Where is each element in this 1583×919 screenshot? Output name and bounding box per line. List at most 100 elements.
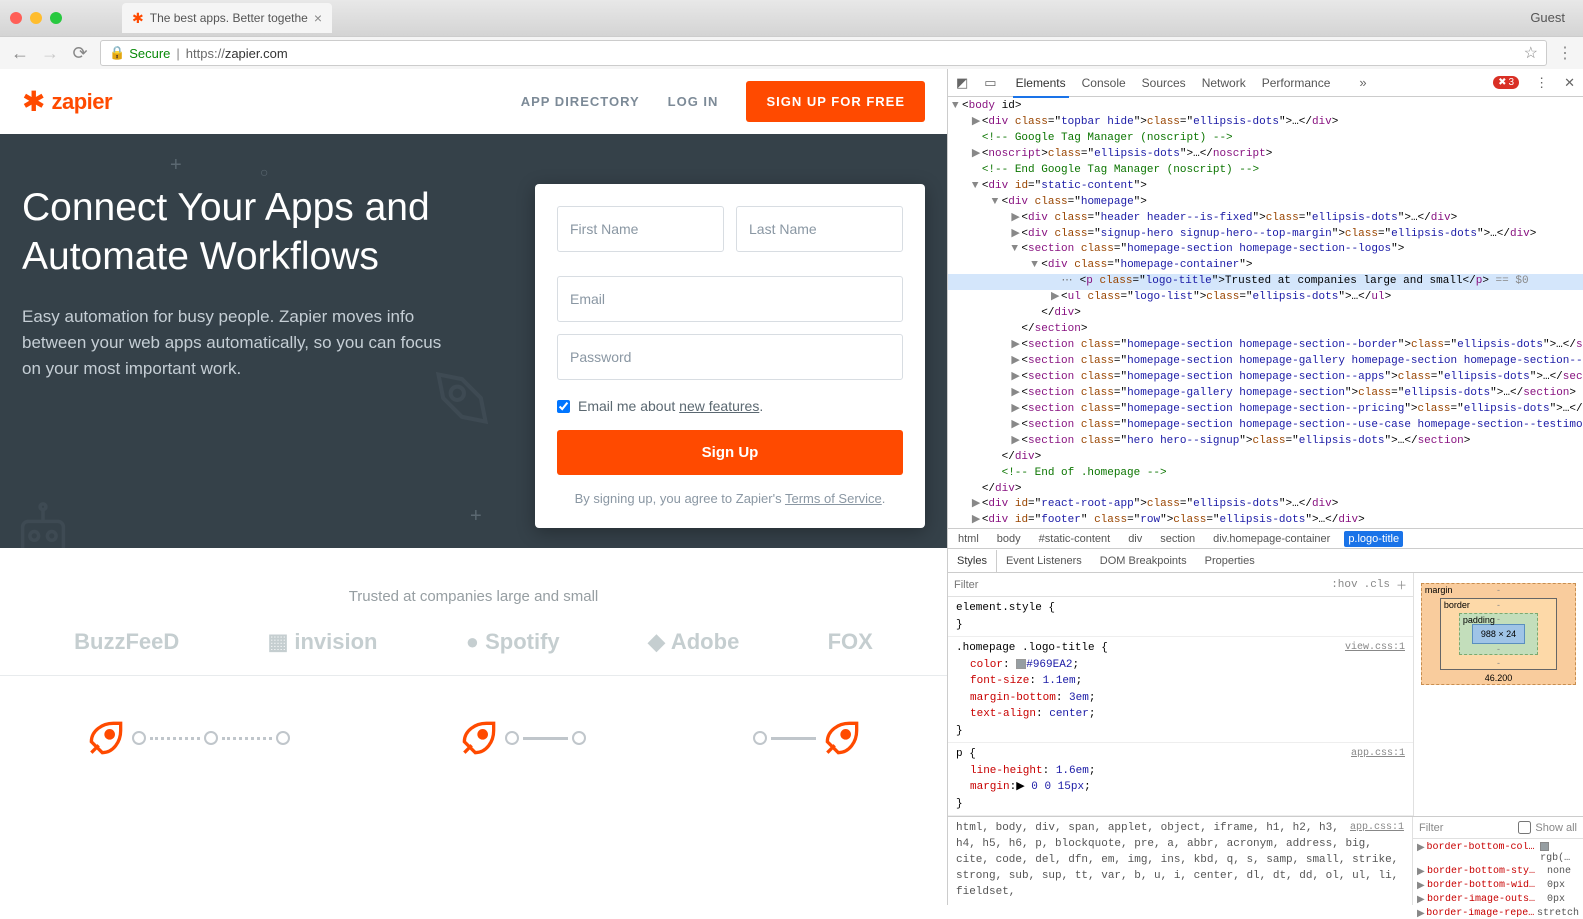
dom-node[interactable]: </div> <box>948 450 1583 466</box>
dom-node[interactable]: ▶<noscript>class="ellipsis-dots">…</nosc… <box>948 147 1583 163</box>
dom-node[interactable]: <!-- Google Tag Manager (noscript) --> <box>948 131 1583 147</box>
newsletter-checkbox-row[interactable]: Email me about new features. <box>557 398 903 414</box>
devtools-tab-network[interactable]: Network <box>1199 70 1249 96</box>
last-name-input[interactable] <box>736 206 903 252</box>
error-badge[interactable]: ✖ 3 <box>1493 76 1519 89</box>
site-header: ✱ zapier APP DIRECTORY LOG IN SIGN UP FO… <box>0 69 947 134</box>
styles-tab[interactable]: Event Listeners <box>997 550 1091 572</box>
breadcrumb-item[interactable]: body <box>993 531 1025 547</box>
logo-title: Trusted at companies large and small <box>0 588 947 605</box>
nav-login[interactable]: LOG IN <box>668 94 719 109</box>
dom-node[interactable]: ▼<div id="static-content"> <box>948 179 1583 195</box>
nav-app-directory[interactable]: APP DIRECTORY <box>521 94 640 109</box>
elements-tree[interactable]: ▼<body id> ▶<div class="topbar hide">cla… <box>948 97 1583 528</box>
dom-node[interactable]: </div> <box>948 306 1583 322</box>
favicon-icon: ✱ <box>132 10 144 27</box>
device-toggle-icon[interactable]: ▭ <box>984 75 996 91</box>
feature-graphic <box>753 716 864 760</box>
inherited-rule[interactable]: app.css:1 html, body, div, span, applet,… <box>948 817 1413 905</box>
first-name-input[interactable] <box>557 206 724 252</box>
email-input[interactable] <box>557 276 903 322</box>
dom-node[interactable]: ▼<section class="homepage-section homepa… <box>948 242 1583 258</box>
devtools-tab-performance[interactable]: Performance <box>1259 70 1334 96</box>
cls-toggle[interactable]: .cls <box>1364 579 1390 591</box>
breadcrumb-item[interactable]: html <box>954 531 983 547</box>
dom-node[interactable]: ▶<div class="topbar hide">class="ellipsi… <box>948 115 1583 131</box>
hov-toggle[interactable]: :hov <box>1331 579 1357 591</box>
styles-tab[interactable]: Properties <box>1196 550 1264 572</box>
close-window-button[interactable] <box>10 12 22 24</box>
signup-submit-button[interactable]: Sign Up <box>557 430 903 475</box>
dom-node[interactable]: ▶<div class="header header--is-fixed">cl… <box>948 211 1583 227</box>
new-features-link[interactable]: new features <box>679 398 759 414</box>
dom-node[interactable]: ▶<section class="homepage-section homepa… <box>948 338 1583 354</box>
breadcrumb-item[interactable]: #static-content <box>1035 531 1115 547</box>
computed-filter-label[interactable]: Filter <box>1419 822 1443 834</box>
breadcrumb-item[interactable]: p.logo-title <box>1344 531 1403 547</box>
company-logo: ◆Adobe <box>648 629 739 655</box>
dom-node[interactable]: ▼<div class="homepage"> <box>948 195 1583 211</box>
dom-node[interactable]: ▶<section class="homepage-section homepa… <box>948 370 1583 386</box>
password-input[interactable] <box>557 334 903 380</box>
profile-label[interactable]: Guest <box>1530 10 1565 25</box>
show-all-checkbox[interactable] <box>1518 821 1531 834</box>
add-rule-icon[interactable]: ＋ <box>1396 577 1407 593</box>
styles-filter-input[interactable] <box>954 579 1325 591</box>
computed-property[interactable]: ▶border-bottom-wid…0px <box>1417 879 1579 893</box>
computed-property[interactable]: ▶border-bottom-col…rgb(… <box>1417 841 1579 865</box>
browser-menu-icon[interactable]: ⋮ <box>1557 43 1573 63</box>
dom-node[interactable]: <!-- End Google Tag Manager (noscript) -… <box>948 163 1583 179</box>
toolbar: ← → ⟳ 🔒 Secure | https://zapier.com ☆ ⋮ <box>0 36 1583 69</box>
forward-button[interactable]: → <box>40 43 60 64</box>
maximize-window-button[interactable] <box>50 12 62 24</box>
browser-tab[interactable]: ✱ The best apps. Better togethe × <box>122 3 332 33</box>
logos-section: Trusted at companies large and small Buz… <box>0 548 947 675</box>
reload-button[interactable]: ⟳ <box>70 43 90 64</box>
hero-section: + ○ + Connect Your Apps and Automate Wor… <box>0 134 947 548</box>
devtools-tab-elements[interactable]: Elements <box>1013 70 1069 98</box>
tos-link[interactable]: Terms of Service <box>785 491 882 506</box>
dom-node[interactable]: ⋯ <p class="logo-title">Trusted at compa… <box>948 274 1583 290</box>
dom-node[interactable]: ▶<section class="homepage-gallery homepa… <box>948 386 1583 402</box>
styles-tab[interactable]: DOM Breakpoints <box>1091 550 1196 572</box>
dom-node[interactable]: <!-- End of .homepage --> <box>948 466 1583 482</box>
dom-node[interactable]: ▶<div id="footer" class="row">class="ell… <box>948 513 1583 528</box>
styles-tab[interactable]: Styles <box>948 550 997 572</box>
breadcrumb-item[interactable]: div.homepage-container <box>1209 531 1334 547</box>
computed-property[interactable]: ▶border-image-outs…0px <box>1417 893 1579 907</box>
dom-node[interactable]: ▶<ul class="logo-list">class="ellipsis-d… <box>948 290 1583 306</box>
nav-signup-button[interactable]: SIGN UP FOR FREE <box>746 81 925 122</box>
browser-chrome: ✱ The best apps. Better togethe × Guest … <box>0 0 1583 69</box>
devtools-close-icon[interactable]: ✕ <box>1564 75 1575 91</box>
tab-close-icon[interactable]: × <box>314 10 322 26</box>
elements-breadcrumb[interactable]: html body #static-content div section div.hom… <box>948 528 1583 548</box>
zapier-logo[interactable]: ✱ zapier <box>22 85 112 118</box>
computed-property[interactable]: ▶border-image-repe…stretch <box>1417 907 1579 919</box>
bookmark-icon[interactable]: ☆ <box>1524 43 1538 63</box>
dom-node[interactable]: ▶<div id="react-root-app">class="ellipsi… <box>948 497 1583 513</box>
dom-node[interactable]: ▼<div class="homepage-container"> <box>948 258 1583 274</box>
dom-node[interactable]: </section> <box>948 322 1583 338</box>
devtools-tab-console[interactable]: Console <box>1079 70 1129 96</box>
dom-node[interactable]: </div> <box>948 482 1583 498</box>
dom-node[interactable]: ▶<div class="signup-hero signup-hero--to… <box>948 227 1583 243</box>
inspect-icon[interactable]: ◩ <box>956 75 968 91</box>
breadcrumb-item[interactable]: div <box>1124 531 1146 547</box>
address-bar[interactable]: 🔒 Secure | https://zapier.com ☆ <box>100 40 1547 66</box>
computed-property[interactable]: ▶border-bottom-sty…none <box>1417 865 1579 879</box>
company-logo: FOX <box>828 629 873 655</box>
newsletter-checkbox[interactable] <box>557 400 570 413</box>
devtools-tab-sources[interactable]: Sources <box>1139 70 1189 96</box>
minimize-window-button[interactable] <box>30 12 42 24</box>
dom-node[interactable]: ▼<body id> <box>948 99 1583 115</box>
computed-pane[interactable]: Filter Show all ▶border-bottom-col…rgb(…… <box>1413 817 1583 905</box>
dom-node[interactable]: ▶<section class="homepage-section homepa… <box>948 418 1583 434</box>
back-button[interactable]: ← <box>10 43 30 64</box>
dom-node[interactable]: ▶<section class="homepage-section homepa… <box>948 402 1583 418</box>
dom-node[interactable]: ▶<section class="homepage-section homepa… <box>948 354 1583 370</box>
dom-node[interactable]: ▶<section class="hero hero--signup">clas… <box>948 434 1583 450</box>
devtools-menu-icon[interactable]: ⋮ <box>1535 75 1548 91</box>
more-tabs-icon[interactable]: » <box>1359 75 1366 90</box>
styles-pane[interactable]: :hov .cls ＋ element.style {} view.css:1 … <box>948 573 1413 816</box>
breadcrumb-item[interactable]: section <box>1156 531 1199 547</box>
